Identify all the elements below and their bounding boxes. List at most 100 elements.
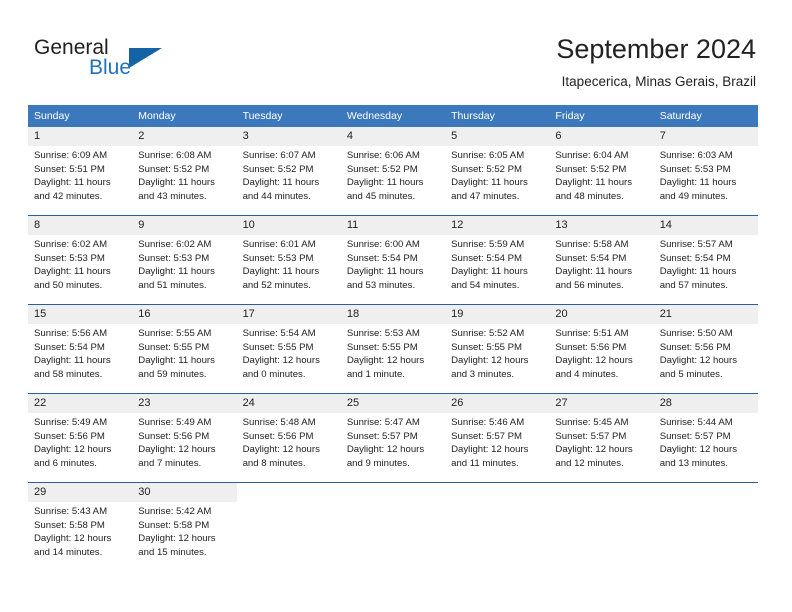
calendar-cell[interactable]: 12 Sunrise: 5:59 AM Sunset: 5:54 PM Dayligh… xyxy=(445,215,550,305)
day-number: 12 xyxy=(445,216,550,235)
sunrise-text: Sunrise: 5:43 AM xyxy=(34,506,108,517)
calendar-cell[interactable]: 21 Sunrise: 5:50 AM Sunset: 5:56 PM Dayligh… xyxy=(653,304,758,394)
calendar-cell[interactable]: 24 Sunrise: 5:48 AM Sunset: 5:56 PM Dayligh… xyxy=(236,393,341,483)
calendar-cell[interactable]: 22 Sunrise: 5:49 AM Sunset: 5:56 PM Dayligh… xyxy=(28,393,133,483)
daylight-text-line2: and 6 minutes. xyxy=(34,457,97,469)
day-number xyxy=(445,483,549,502)
calendar-cell[interactable]: 29 Sunrise: 5:43 AM Sunset: 5:58 PM Dayligh… xyxy=(28,482,133,571)
sunrise-text: Sunrise: 6:05 AM xyxy=(451,150,525,161)
daylight-text-line1: Daylight: 11 hours xyxy=(555,177,633,189)
calendar-body: 1 Sunrise: 6:09 AM Sunset: 5:51 PM Daylight… xyxy=(28,127,758,571)
calendar-cell[interactable]: 10 Sunrise: 6:01 AM Sunset: 5:53 PM Dayligh… xyxy=(236,215,341,305)
daylight-text-line1: Daylight: 12 hours xyxy=(346,444,425,456)
day-number: 16 xyxy=(132,305,237,324)
day-number: 27 xyxy=(549,394,654,413)
day-number: 20 xyxy=(549,305,654,324)
calendar-cell[interactable]: 1 Sunrise: 6:09 AM Sunset: 5:51 PM Daylight… xyxy=(28,127,133,216)
daylight-text-line2: and 49 minutes. xyxy=(659,190,728,202)
day-number: 5 xyxy=(445,127,550,146)
calendar-cell-empty xyxy=(653,482,758,571)
calendar-cell[interactable]: 9 Sunrise: 6:02 AM Sunset: 5:53 PM Daylight… xyxy=(132,215,237,305)
calendar-cell[interactable]: 4 Sunrise: 6:06 AM Sunset: 5:52 PM Daylight… xyxy=(340,127,446,216)
day-number: 11 xyxy=(340,216,446,235)
sunset-text: Sunset: 5:52 PM xyxy=(346,163,418,175)
sunrise-text: Sunrise: 5:44 AM xyxy=(659,417,733,428)
daylight-text-line2: and 50 minutes. xyxy=(34,279,103,291)
daylight-text-line1: Daylight: 11 hours xyxy=(242,266,320,278)
sunrise-text: Sunrise: 5:48 AM xyxy=(242,417,316,428)
calendar-cell[interactable]: 17 Sunrise: 5:54 AM Sunset: 5:55 PM Dayligh… xyxy=(236,304,341,394)
sunset-text: Sunset: 5:58 PM xyxy=(34,519,105,531)
daylight-text-line2: and 14 minutes. xyxy=(34,546,103,558)
sunrise-text: Sunrise: 5:56 AM xyxy=(34,328,108,339)
sunrise-text: Sunrise: 6:02 AM xyxy=(34,239,108,250)
daylight-text-line1: Daylight: 11 hours xyxy=(451,266,528,278)
calendar-cell[interactable]: 5 Sunrise: 6:05 AM Sunset: 5:52 PM Daylight… xyxy=(445,127,550,216)
calendar-cell[interactable]: 28 Sunrise: 5:44 AM Sunset: 5:57 PM Dayligh… xyxy=(653,393,758,483)
day-number: 8 xyxy=(28,216,133,235)
daylight-text-line1: Daylight: 12 hours xyxy=(555,355,633,367)
calendar-cell[interactable]: 26 Sunrise: 5:46 AM Sunset: 5:57 PM Dayligh… xyxy=(445,393,550,483)
day-number: 15 xyxy=(28,305,133,324)
sunset-text: Sunset: 5:57 PM xyxy=(451,430,523,442)
calendar-cell[interactable]: 18 Sunrise: 5:53 AM Sunset: 5:55 PM Dayligh… xyxy=(340,304,446,394)
sunrise-text: Sunrise: 6:02 AM xyxy=(138,239,212,250)
sunset-text: Sunset: 5:53 PM xyxy=(659,163,731,175)
calendar-cell[interactable]: 19 Sunrise: 5:52 AM Sunset: 5:55 PM Dayligh… xyxy=(445,304,550,394)
day-number xyxy=(549,483,653,502)
sunset-text: Sunset: 5:54 PM xyxy=(346,252,418,264)
week-row: 22 Sunrise: 5:49 AM Sunset: 5:56 PM Dayligh… xyxy=(28,393,758,483)
sunrise-text: Sunrise: 5:46 AM xyxy=(451,417,525,428)
calendar-cell[interactable]: 23 Sunrise: 5:49 AM Sunset: 5:56 PM Dayligh… xyxy=(132,393,237,483)
sunrise-text: Sunrise: 6:04 AM xyxy=(555,150,629,161)
calendar-cell[interactable]: 25 Sunrise: 5:47 AM Sunset: 5:57 PM Dayligh… xyxy=(340,393,446,483)
calendar-cell[interactable]: 13 Sunrise: 5:58 AM Sunset: 5:54 PM Dayligh… xyxy=(549,215,654,305)
calendar-cell[interactable]: 11 Sunrise: 6:00 AM Sunset: 5:54 PM Dayligh… xyxy=(340,215,446,305)
day-number: 17 xyxy=(236,305,341,324)
daylight-text-line1: Daylight: 12 hours xyxy=(346,355,425,367)
sunset-text: Sunset: 5:57 PM xyxy=(659,430,731,442)
calendar-cell[interactable]: 27 Sunrise: 5:45 AM Sunset: 5:57 PM Dayligh… xyxy=(549,393,654,483)
weekday-header-thursday: Thursday xyxy=(445,105,550,127)
daylight-text-line2: and 15 minutes. xyxy=(138,546,207,558)
weekday-header-friday: Friday xyxy=(549,105,654,127)
sunset-text: Sunset: 5:54 PM xyxy=(659,252,731,264)
calendar-cell[interactable]: 7 Sunrise: 6:03 AM Sunset: 5:53 PM Daylight… xyxy=(653,127,758,216)
calendar-cell-empty xyxy=(445,482,550,571)
daylight-text-line2: and 52 minutes. xyxy=(242,279,311,291)
calendar-cell[interactable]: 15 Sunrise: 5:56 AM Sunset: 5:54 PM Dayligh… xyxy=(28,304,133,394)
calendar-cell[interactable]: 6 Sunrise: 6:04 AM Sunset: 5:52 PM Daylight… xyxy=(549,127,654,216)
calendar-cell[interactable]: 30 Sunrise: 5:42 AM Sunset: 5:58 PM Dayligh… xyxy=(132,482,237,571)
title-block: September 2024 Itapecerica, Minas Gerais… xyxy=(556,32,756,92)
day-number: 28 xyxy=(653,394,758,413)
calendar-cell-empty xyxy=(549,482,654,571)
sunset-text: Sunset: 5:56 PM xyxy=(242,430,314,442)
sunrise-text: Sunrise: 6:06 AM xyxy=(346,150,420,161)
sunrise-text: Sunrise: 6:08 AM xyxy=(138,150,212,161)
sunrise-text: Sunrise: 5:49 AM xyxy=(138,417,212,428)
daylight-text-line2: and 54 minutes. xyxy=(451,279,520,291)
sunset-text: Sunset: 5:57 PM xyxy=(346,430,418,442)
calendar-cell[interactable]: 3 Sunrise: 6:07 AM Sunset: 5:52 PM Daylight… xyxy=(236,127,341,216)
calendar-cell[interactable]: 8 Sunrise: 6:02 AM Sunset: 5:53 PM Daylight… xyxy=(28,215,133,305)
daylight-text-line2: and 44 minutes. xyxy=(242,190,311,202)
calendar-cell[interactable]: 14 Sunrise: 5:57 AM Sunset: 5:54 PM Dayligh… xyxy=(653,215,758,305)
day-number: 7 xyxy=(653,127,758,146)
daylight-text-line2: and 51 minutes. xyxy=(138,279,207,291)
daylight-text-line1: Daylight: 11 hours xyxy=(34,177,111,189)
calendar-cell[interactable]: 20 Sunrise: 5:51 AM Sunset: 5:56 PM Dayligh… xyxy=(549,304,654,394)
sunrise-text: Sunrise: 6:03 AM xyxy=(659,150,733,161)
day-number: 19 xyxy=(445,305,550,324)
sunrise-text: Sunrise: 5:51 AM xyxy=(555,328,629,339)
daylight-text-line1: Daylight: 11 hours xyxy=(34,355,111,367)
sunset-text: Sunset: 5:51 PM xyxy=(34,163,105,175)
day-number: 3 xyxy=(236,127,341,146)
daylight-text-line2: and 7 minutes. xyxy=(138,457,202,469)
calendar-cell[interactable]: 16 Sunrise: 5:55 AM Sunset: 5:55 PM Dayligh… xyxy=(132,304,237,394)
daylight-text-line2: and 59 minutes. xyxy=(138,368,207,380)
day-number: 14 xyxy=(653,216,758,235)
sunrise-text: Sunrise: 5:52 AM xyxy=(451,328,525,339)
calendar-cell[interactable]: 2 Sunrise: 6:08 AM Sunset: 5:52 PM Daylight… xyxy=(132,127,237,216)
sunrise-text: Sunrise: 6:07 AM xyxy=(242,150,316,161)
sunrise-text: Sunrise: 5:58 AM xyxy=(555,239,629,250)
